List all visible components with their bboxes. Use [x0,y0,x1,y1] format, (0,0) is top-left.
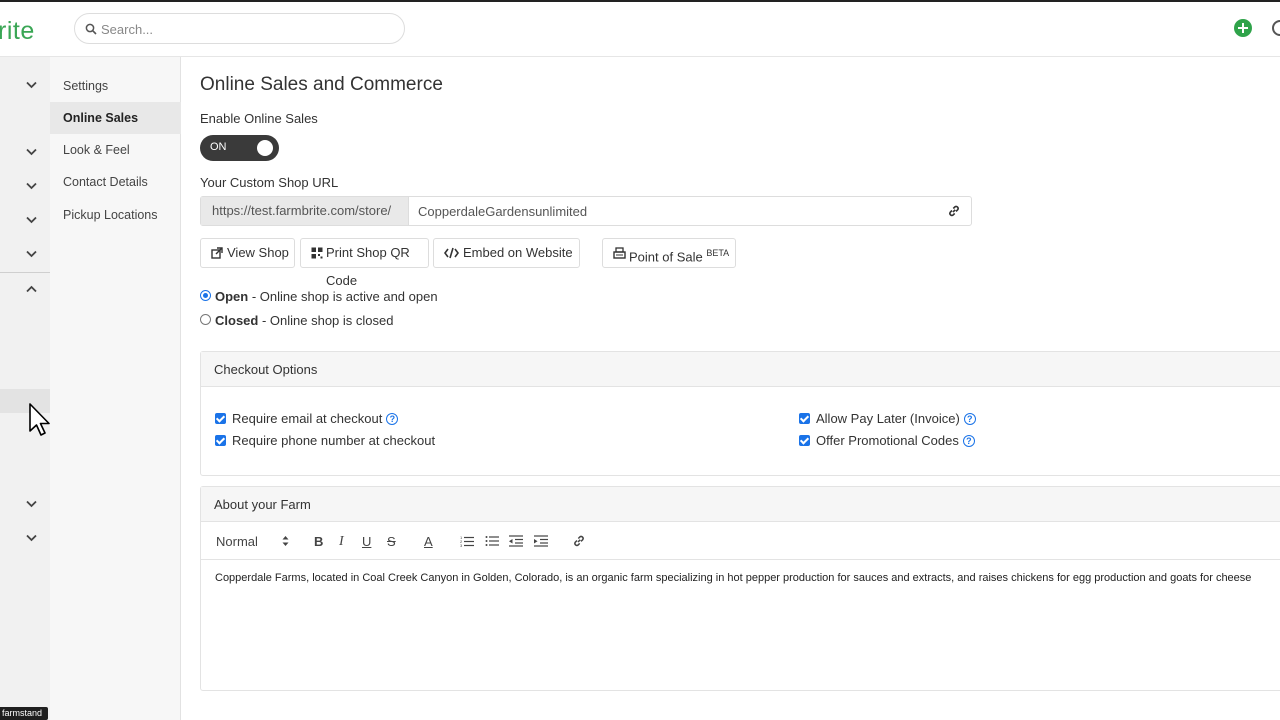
rail-expand-3[interactable] [0,172,50,202]
subnav-item-settings[interactable]: Settings [50,70,181,102]
settings-subnav: Settings Online Sales Look & Feel Contac… [50,57,181,720]
rail-expand-1[interactable] [0,71,50,101]
subnav-item-contact-details[interactable]: Contact Details [50,166,181,198]
require-phone-checkbox[interactable] [215,435,226,446]
view-shop-label: View Shop [227,245,289,260]
about-farm-panel: About your Farm Normal B I U S A 123 Cop… [200,486,1280,691]
status-closed-radio[interactable] [200,314,211,325]
chevron-down-icon [26,250,37,258]
subnav-item-online-sales[interactable]: Online Sales [50,102,181,134]
embed-website-label: Embed on Website [463,245,573,260]
shop-url-input[interactable] [418,201,918,221]
register-icon [613,247,626,259]
italic-button[interactable]: I [339,534,344,550]
subnav-item-look-feel[interactable]: Look & Feel [50,134,181,166]
format-select[interactable]: Normal [216,534,258,549]
about-farm-editor[interactable]: Copperdale Farms, located in Coal Creek … [215,572,1280,584]
promo-codes-text: Offer Promotional Codes? [816,433,975,448]
chevron-down-icon [26,216,37,224]
select-arrows-icon [282,536,289,546]
beta-badge: BETA [706,248,730,258]
chevron-down-icon [26,534,37,542]
online-sales-toggle[interactable]: ON [200,135,279,161]
pos-label-text: Point of Sale [629,249,703,265]
promo-codes-checkbox[interactable] [799,435,810,446]
bold-button[interactable]: B [314,534,323,549]
page-title: Online Sales and Commerce [200,74,443,95]
bullet-list-icon[interactable] [485,535,499,547]
rail-divider [0,272,50,273]
search-box[interactable] [74,13,405,44]
text-color-button[interactable]: A [424,534,433,549]
about-farm-title: About your Farm [201,487,1280,522]
require-email-text: Require email at checkout? [232,411,399,426]
indent-icon[interactable] [534,535,548,547]
checkout-options-title: Checkout Options [201,352,1280,387]
strikethrough-button[interactable]: S [387,534,396,549]
shop-url-group: https://test.farmbrite.com/store/ [200,196,972,226]
chevron-down-icon [26,81,37,89]
external-link-icon [211,247,223,259]
underline-button[interactable]: U [362,534,371,549]
subnav-item-pickup-locations[interactable]: Pickup Locations [50,199,181,231]
chevron-up-icon [26,285,37,293]
status-closed-label: Closed [215,313,259,328]
toggle-state-label: ON [210,141,227,153]
chevron-down-icon [26,148,37,156]
help-icon[interactable]: ? [386,413,399,425]
chevron-down-icon [26,500,37,508]
outdent-icon[interactable] [509,535,523,547]
print-qr-label: Print Shop QR Code [326,245,410,288]
mouse-cursor-icon [29,403,50,436]
view-shop-button[interactable]: View Shop [200,238,295,268]
search-input[interactable] [101,19,391,39]
search-icon [85,23,97,35]
rail-expand-2[interactable] [0,138,50,168]
require-email-checkbox[interactable] [215,413,226,424]
svg-text:3: 3 [460,543,463,547]
print-qr-button[interactable]: Print Shop QR Code [300,238,429,288]
rail-expand-4[interactable] [0,206,50,236]
status-open-text: Open - Online shop is active and open [215,289,438,304]
farmstand-tag: farmstand [0,707,49,720]
user-menu-icon[interactable] [1272,20,1280,36]
require-phone-label: Require phone number at checkout [232,433,436,448]
enable-online-sales-label: Enable Online Sales [200,111,318,126]
editor-toolbar: Normal B I U S A 123 [201,523,1280,560]
point-of-sale-label: Point of Sale BETA [629,239,729,271]
embed-website-button[interactable]: Embed on Website [433,238,580,268]
app-logo[interactable]: rite [0,17,35,46]
rail-expand-7[interactable] [0,524,50,554]
status-open-radio[interactable] [200,290,211,301]
left-rail [0,57,50,720]
qr-code-icon [311,247,323,259]
pay-later-label: Allow Pay Later (Invoice) [816,411,960,426]
rail-collapse[interactable] [0,275,50,305]
point-of-sale-button[interactable]: Point of Sale BETA [602,238,736,268]
top-bar: rite [0,0,1280,57]
link-icon[interactable] [572,534,586,548]
status-closed-text: Closed - Online shop is closed [215,313,393,328]
add-icon[interactable] [1234,19,1252,37]
status-open-label: Open [215,289,249,304]
ordered-list-icon[interactable]: 123 [460,535,474,547]
promo-codes-label: Offer Promotional Codes [816,433,959,448]
rail-expand-5[interactable] [0,240,50,270]
pay-later-text: Allow Pay Later (Invoice)? [816,411,976,426]
url-prefix: https://test.farmbrite.com/store/ [201,197,409,225]
chevron-down-icon [26,182,37,190]
custom-url-label: Your Custom Shop URL [200,175,339,190]
pay-later-checkbox[interactable] [799,413,810,424]
checkout-options-panel: Checkout Options Require email at checko… [200,351,1280,476]
help-icon[interactable]: ? [962,435,975,447]
status-closed-desc: - Online shop is closed [258,313,394,328]
toggle-knob [257,140,273,156]
code-icon [444,247,459,259]
help-icon[interactable]: ? [963,413,976,425]
main-content: Online Sales and Commerce Enable Online … [181,57,1280,720]
rail-expand-6[interactable] [0,490,50,520]
require-email-label: Require email at checkout [232,411,383,426]
status-open-desc: - Online shop is active and open [248,289,438,304]
link-icon[interactable] [947,204,961,218]
